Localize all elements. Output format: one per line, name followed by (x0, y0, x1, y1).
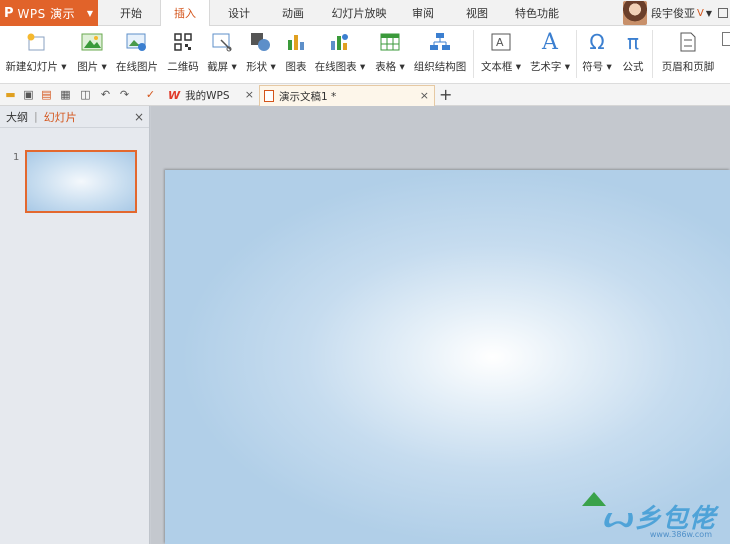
ribbon-insert: 新建幻灯片 ▾ 图片 ▾ 在线图片 二维码 截屏 ▾ 形状 ▾ 图表 在线图表 … (0, 26, 730, 84)
editing-canvas[interactable]: ꙍ乡包佬 www.386w.com (151, 106, 730, 544)
org-chart-icon (429, 31, 451, 53)
tab-slideshow[interactable]: 幻灯片放映 (326, 0, 392, 26)
shape-icon (250, 31, 272, 53)
ribbon-divider (473, 30, 474, 78)
table-button[interactable]: 表格 ▾ (372, 29, 408, 81)
online-picture-button[interactable]: 在线图片 (114, 29, 160, 81)
picture-icon (81, 31, 103, 53)
picture-button[interactable]: 图片 ▾ (74, 29, 110, 81)
export-pdf-icon[interactable]: ▤ (40, 88, 53, 101)
pane-header: 大纲 | 幻灯片 × (0, 106, 149, 128)
tab-label: 我的WPS (185, 90, 230, 102)
tab-insert[interactable]: 插入 (160, 0, 210, 27)
close-icon[interactable]: × (134, 110, 144, 124)
tab-my-wps[interactable]: W 我的WPS × (164, 85, 258, 106)
user-area[interactable]: 段宇俊亚 V ▼ (623, 0, 730, 26)
tab-document[interactable]: 演示文稿1 * × (259, 85, 435, 106)
header-footer-icon (677, 31, 699, 53)
user-name: 段宇俊亚 (651, 7, 695, 20)
table-icon (379, 31, 401, 53)
tab-design[interactable]: 设计 (216, 0, 262, 26)
tab-label: 演示文稿1 * (279, 90, 337, 103)
org-chart-button[interactable]: 组织结构图 (412, 29, 468, 81)
online-chart-icon (329, 31, 351, 53)
tab-home[interactable]: 开始 (108, 0, 154, 26)
formula-icon: π (626, 30, 640, 54)
qrcode-button[interactable]: 二维码 (166, 29, 200, 81)
divider: | (34, 110, 38, 123)
customize-arrow-icon[interactable]: ✓ (144, 88, 157, 101)
new-tab-button[interactable]: + (439, 85, 452, 104)
vip-badge-icon: V (697, 7, 704, 19)
chevron-down-icon: ▼ (705, 8, 712, 18)
new-slide-button[interactable]: 新建幻灯片 ▾ (4, 29, 68, 81)
avatar[interactable] (623, 1, 647, 25)
more-tools-icon[interactable] (722, 32, 730, 46)
ribbon-divider (652, 30, 653, 78)
redo-icon[interactable]: ↷ (118, 88, 131, 101)
tab-animation[interactable]: 动画 (270, 0, 316, 26)
watermark-url: www.386w.com (649, 530, 712, 539)
textbox-icon: A (490, 31, 512, 53)
tab-view[interactable]: 视图 (454, 0, 500, 26)
app-menu-button[interactable]: P WPS 演示 ▼ (0, 0, 98, 26)
shape-button[interactable]: 形状 ▾ (244, 29, 278, 81)
wordart-button[interactable]: A 艺术字 ▾ (528, 29, 572, 81)
print-icon[interactable]: ▦ (59, 88, 72, 101)
app-name: WPS 演示 (17, 6, 76, 21)
close-icon[interactable]: × (245, 88, 254, 101)
chart-icon (285, 31, 307, 53)
textbox-button[interactable]: A 文本框 ▾ (478, 29, 524, 81)
slide-editor[interactable]: ꙍ乡包佬 www.386w.com (165, 170, 730, 544)
slide-number: 1 (13, 152, 20, 163)
qrcode-icon (172, 31, 194, 53)
slide-thumbnail[interactable] (25, 150, 137, 213)
close-icon[interactable]: × (420, 89, 429, 102)
new-slide-icon (25, 31, 47, 53)
presentation-file-icon (264, 90, 274, 102)
online-picture-icon (126, 31, 148, 53)
screenshot-button[interactable]: 截屏 ▾ (204, 29, 240, 81)
header-footer-button[interactable]: 页眉和页脚 (658, 29, 718, 81)
window-icon[interactable] (718, 8, 728, 18)
wps-logo-icon: W (168, 89, 181, 102)
leaf-icon (582, 492, 606, 506)
chart-button[interactable]: 图表 (282, 29, 310, 81)
tab-outline[interactable]: 大纲 (6, 109, 28, 125)
undo-icon[interactable]: ↶ (99, 88, 112, 101)
chevron-down-icon: ▼ (86, 9, 93, 18)
menu-bar: P WPS 演示 ▼ 开始 插入 设计 动画 幻灯片放映 审阅 视图 特色功能 … (0, 0, 730, 27)
wordart-icon: A (542, 29, 558, 55)
watermark: ꙍ乡包佬 www.386w.com (576, 492, 726, 540)
tab-slides[interactable]: 幻灯片 (44, 109, 77, 125)
screenshot-icon (211, 31, 233, 53)
quick-access-bar: ▬ ▣ ▤ ▦ ◫ ↶ ↷ ✓ W 我的WPS × 演示文稿1 * × + (0, 84, 730, 106)
save-icon[interactable]: ▣ (22, 88, 35, 101)
print-preview-icon[interactable]: ◫ (79, 88, 92, 101)
online-chart-button[interactable]: 在线图表 ▾ (314, 29, 366, 81)
tab-special[interactable]: 特色功能 (508, 0, 566, 26)
symbol-icon: Ω (589, 30, 605, 54)
ribbon-divider (576, 30, 577, 78)
wps-logo-icon: P (4, 5, 14, 21)
slides-pane: 大纲 | 幻灯片 × 1 (0, 106, 150, 544)
tab-review[interactable]: 审阅 (400, 0, 446, 26)
svg-text:A: A (496, 36, 504, 49)
symbol-button[interactable]: Ω 符号 ▾ (580, 29, 614, 81)
formula-button[interactable]: π 公式 (618, 29, 648, 81)
open-folder-icon[interactable]: ▬ (4, 88, 17, 101)
